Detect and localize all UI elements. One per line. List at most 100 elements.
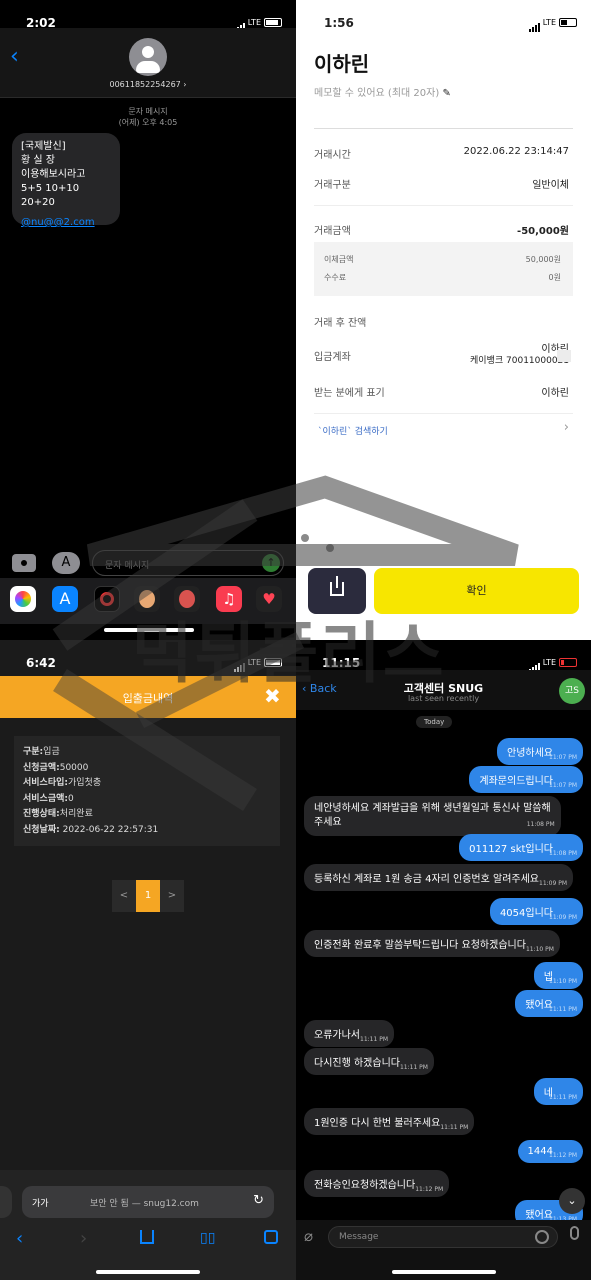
- message-link[interactable]: @nu@@2.com: [21, 216, 111, 230]
- modal-header: 입출금내역 ✖: [0, 676, 296, 718]
- url-text[interactable]: 보안 안 됨 — snug12.com: [90, 1196, 199, 1209]
- tabs-icon[interactable]: [264, 1230, 278, 1244]
- pagination: < 1 >: [112, 880, 184, 912]
- search-link[interactable]: `이하린` 검색하기: [318, 424, 388, 437]
- signal-icon: [528, 13, 541, 32]
- attach-icon[interactable]: ⌀: [304, 1227, 313, 1245]
- bank-transfer-screen: 1:56 LTE 이하린 메모할 수 있어요 (최대 20자) ✎ 거래시간 20…: [296, 0, 591, 640]
- battery-icon: [264, 18, 282, 27]
- info-row: 진행상태:처리완료: [23, 809, 93, 819]
- status-time: 2:02: [26, 16, 56, 30]
- home-indicator: [104, 628, 194, 632]
- back-icon[interactable]: ‹: [16, 1228, 23, 1249]
- incoming-message[interactable]: 오류가나서 11:11 PM: [304, 1020, 394, 1047]
- outgoing-message[interactable]: 011127 skt입니다 11:08 PM: [459, 834, 583, 861]
- prev-page-button[interactable]: <: [112, 880, 136, 912]
- memo-field[interactable]: 메모할 수 있어요 (최대 20자) ✎: [314, 84, 451, 99]
- next-page-button[interactable]: >: [160, 880, 184, 912]
- chat-header: ‹ Back 고객센터 SNUG last seen recently 고S: [296, 670, 591, 710]
- close-icon[interactable]: ✖: [264, 684, 281, 708]
- day-separator: Today: [416, 716, 453, 728]
- signal-icon: [233, 653, 246, 672]
- message-input[interactable]: Message: [328, 1226, 558, 1248]
- outgoing-message[interactable]: 1444 11:12 PM: [517, 1140, 583, 1163]
- app-store-drawer-icon[interactable]: A: [52, 586, 78, 612]
- app-store-icon[interactable]: A: [52, 552, 80, 574]
- battery-icon: [559, 658, 577, 667]
- status-time: 11:15: [322, 656, 361, 670]
- prev-tab-edge[interactable]: [0, 1186, 12, 1218]
- message-line: 황 실 장: [21, 155, 55, 166]
- info-box: 구분:입금 신청금액:50000 서비스타입:가입첫충 서비스금액:0 진행상태…: [14, 736, 280, 846]
- scroll-down-icon[interactable]: ⌄: [559, 1188, 585, 1214]
- microphone-icon[interactable]: [570, 1226, 579, 1240]
- outgoing-message[interactable]: 계좌문의드립니다 11:07 PM: [469, 766, 583, 793]
- status-icons: LTE: [233, 652, 282, 672]
- telegram-chat-screen: 11:15 LTE ‹ Back 고객센터 SNUG last seen rec…: [296, 640, 591, 1280]
- share-icon[interactable]: [140, 1230, 154, 1244]
- forward-icon[interactable]: ›: [80, 1228, 87, 1249]
- incoming-message[interactable]: 전화승인요청하겠습니다 11:12 PM: [304, 1170, 450, 1197]
- message-line: 이용해보시라고: [21, 169, 86, 180]
- battery-icon: [559, 18, 577, 27]
- detail-row: 거래금액 -50,000원: [314, 226, 569, 237]
- received-message-bubble[interactable]: [국제발신] 황 실 장 이용해보시라고 5+5 10+10 20+20 @nu…: [12, 133, 120, 228]
- activity-icon[interactable]: [94, 586, 120, 612]
- divider: [314, 128, 573, 129]
- address-bar[interactable]: 가가 보안 안 됨 — snug12.com ↻: [22, 1186, 274, 1218]
- incoming-message[interactable]: 1원인증 다시 한번 불러주세요 11:11 PM: [304, 1108, 475, 1135]
- incoming-message[interactable]: 다시진행 하겠습니다 11:11 PM: [304, 1048, 434, 1075]
- message-date: (어제) 오후 4:05: [118, 118, 178, 127]
- reload-icon[interactable]: ↻: [253, 1193, 264, 1208]
- incoming-message[interactable]: 등록하신 계좌로 1원 송금 4자리 인증번호 알려주세요 11:09 PM: [304, 864, 573, 891]
- detail-row: 거래시간 2022.06.22 23:14:47: [314, 146, 569, 161]
- avatar[interactable]: 고S: [559, 678, 585, 704]
- outgoing-message[interactable]: 4054입니다 11:09 PM: [489, 898, 583, 925]
- send-icon[interactable]: ↑: [262, 554, 280, 572]
- info-row: 서비스금액:0: [23, 793, 74, 804]
- message-input[interactable]: 문자 메시지 ↑: [92, 550, 284, 576]
- memoji-icon[interactable]: [134, 586, 160, 612]
- confirm-button[interactable]: 확인: [374, 568, 579, 614]
- detail-row: 거래구분 일반이체: [314, 180, 569, 191]
- outgoing-message[interactable]: 안녕하세요 11:07 PM: [497, 738, 583, 765]
- conversation-header: ‹ 00611852254267 ›: [0, 28, 296, 98]
- incoming-message[interactable]: 네안녕하세요 계좌발급을 위해 생년월일과 통신사 말씀해 주세요 11:08 PM: [304, 796, 561, 836]
- bookmarks-icon[interactable]: ▯▯: [200, 1230, 215, 1246]
- camera-icon[interactable]: [12, 554, 36, 572]
- sms-screen: 2:02 LTE ‹ 00611852254267 › 문자 메시지 (어제) …: [0, 0, 296, 640]
- home-indicator: [96, 1270, 200, 1274]
- balance-label: 거래 후 잔액: [314, 318, 367, 329]
- text-size-button[interactable]: 가가: [32, 1196, 49, 1209]
- message-type-label: 문자 메시지: [128, 107, 168, 116]
- deposit-history-screen: 6:42 LTE 입출금내역 ✖ 구분:입금 신청금액:50000 서비스타입:…: [0, 640, 296, 1280]
- blur-mask: [557, 350, 571, 362]
- current-page-button[interactable]: 1: [136, 880, 160, 912]
- incoming-message[interactable]: 인증전화 완료후 말씀부탁드립니다 요청하겠습니다 11:10 PM: [304, 930, 560, 957]
- back-chevron-icon[interactable]: ‹: [10, 44, 19, 69]
- outgoing-message[interactable]: 네 11:11 PM: [533, 1078, 583, 1105]
- status-icons: LTE: [233, 12, 282, 32]
- status-icons: LTE: [528, 652, 577, 672]
- divider: [314, 413, 573, 414]
- photos-icon[interactable]: [10, 586, 36, 612]
- sticker-icon[interactable]: [535, 1230, 549, 1244]
- chevron-right-icon[interactable]: ›: [564, 420, 569, 435]
- pencil-icon[interactable]: ✎: [442, 88, 450, 99]
- status-time: 1:56: [324, 16, 354, 30]
- memoji-icon[interactable]: [174, 586, 200, 612]
- avatar[interactable]: [129, 38, 167, 76]
- status-time: 6:42: [26, 656, 56, 670]
- outgoing-message[interactable]: 넵 11:10 PM: [533, 962, 583, 989]
- share-button[interactable]: [308, 568, 366, 614]
- account-number: 케이뱅크 70011000021: [470, 356, 569, 366]
- outgoing-message[interactable]: 됐어요 11:11 PM: [515, 990, 583, 1017]
- contact-number[interactable]: 00611852254267 ›: [0, 80, 296, 89]
- heart-sticker-icon[interactable]: ♥: [256, 586, 282, 612]
- info-row: 신청날짜: 2022-06-22 22:57:31: [23, 824, 159, 835]
- recipient-name: 이하린: [314, 52, 370, 76]
- status-icons: LTE: [528, 12, 577, 32]
- chat-subtitle: last seen recently: [407, 694, 480, 703]
- music-icon[interactable]: ♫: [216, 586, 242, 612]
- info-row: 구분:입금: [23, 747, 60, 757]
